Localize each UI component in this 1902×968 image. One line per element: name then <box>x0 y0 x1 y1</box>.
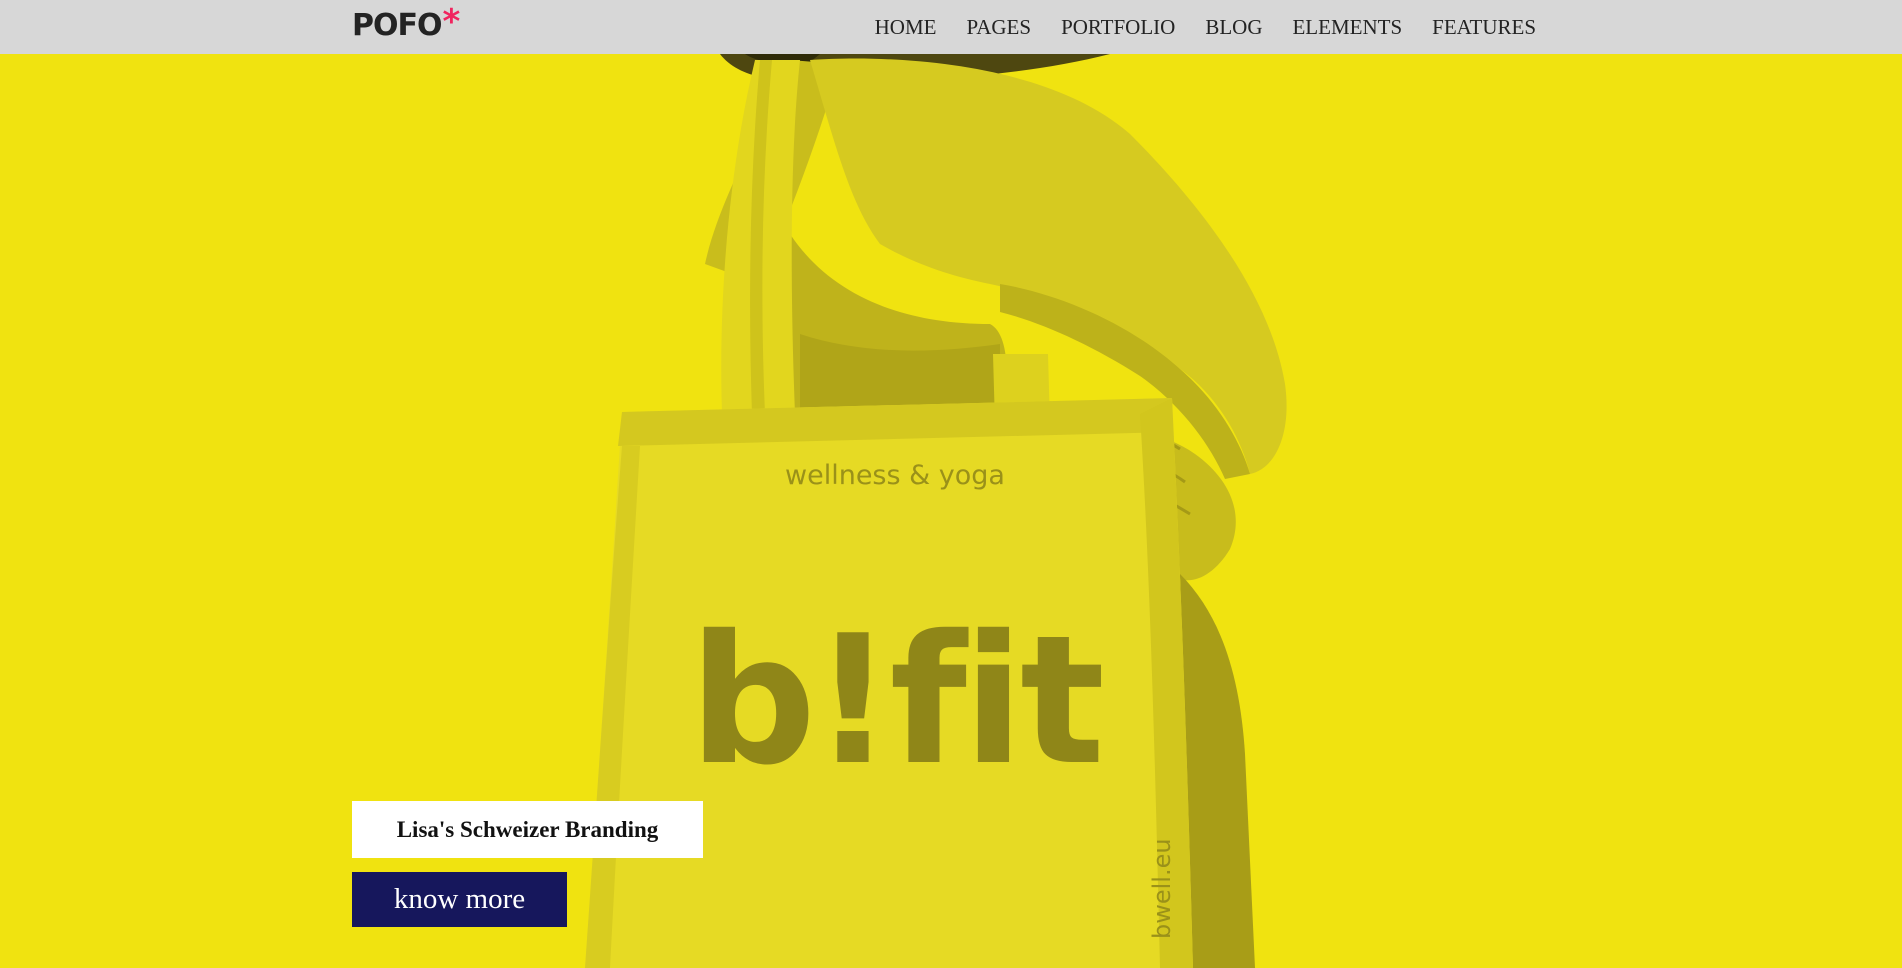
hero-photo-tote-bag: wellness & yoga b!fit bwell.eu <box>585 54 1287 968</box>
know-more-label: know more <box>393 883 526 915</box>
project-caption: Lisa's Schweizer Branding <box>396 816 659 842</box>
bag-tagline: wellness & yoga <box>785 460 1005 491</box>
site-header: POFO * HOME PAGES PORTFOLIO BLOG ELEMENT… <box>0 0 1902 54</box>
nav-item-blog[interactable]: BLOG <box>1205 15 1262 40</box>
nav-item-portfolio[interactable]: PORTFOLIO <box>1061 15 1175 40</box>
bag-logo-text: b!fit <box>689 597 1101 804</box>
nav-item-elements[interactable]: ELEMENTS <box>1292 15 1402 40</box>
nav-item-home[interactable]: HOME <box>875 15 937 40</box>
brand-asterisk-icon: * <box>442 2 461 42</box>
hero-section: wellness & yoga b!fit bwell.eu Lisa's Sc… <box>0 54 1902 968</box>
bag-side-text: bwell.eu <box>1148 838 1176 939</box>
main-nav: HOME PAGES PORTFOLIO BLOG ELEMENTS FEATU… <box>845 0 1536 54</box>
know-more-button[interactable]: know more <box>352 872 567 927</box>
nav-item-pages[interactable]: PAGES <box>966 15 1031 40</box>
brand-name: POFO <box>352 8 442 43</box>
brand-logo[interactable]: POFO * <box>352 2 461 44</box>
nav-item-features[interactable]: FEATURES <box>1432 15 1536 40</box>
project-caption-box: Lisa's Schweizer Branding <box>352 801 703 858</box>
